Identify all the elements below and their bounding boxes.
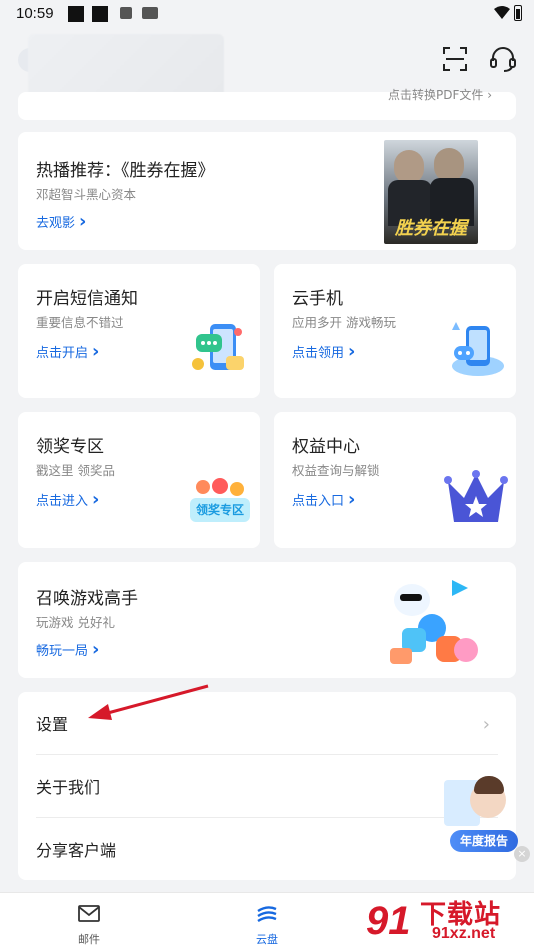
cloud-phone-title: 云手机 (292, 289, 343, 309)
watermark-logo: 91 (366, 899, 411, 943)
scan-icon[interactable] (440, 44, 470, 74)
prize-zone-illustration: 领奖专区 (190, 478, 250, 526)
report-character-hair (474, 776, 504, 794)
prize-zone-art-label: 领奖专区 (190, 498, 250, 522)
prize-zone-card[interactable]: 领奖专区 戳这里 领奖品 点击进入 领奖专区 (18, 412, 260, 548)
sms-notify-title: 开启短信通知 (36, 289, 138, 309)
battery-icon (514, 5, 522, 21)
sms-notify-card[interactable]: 开启短信通知 重要信息不错过 点击开启 (18, 264, 260, 398)
cloud-phone-link[interactable]: 点击领用 (292, 342, 355, 361)
tab-mail-label: 邮件 (78, 933, 100, 946)
notification-icon (68, 6, 84, 22)
annotation-arrow (88, 684, 209, 720)
close-icon[interactable]: × (514, 846, 530, 862)
games-link[interactable]: 畅玩一局 (36, 640, 99, 659)
mail-icon (78, 905, 100, 922)
app-notification-icon (142, 7, 158, 19)
sms-notify-link[interactable]: 点击开启 (36, 342, 99, 361)
promo-title: 热播推荐：《胜券在握》 (36, 161, 215, 181)
site-watermark: 91 下载站 91xz.net (362, 892, 534, 950)
sms-phone-icon (192, 324, 244, 370)
pdf-convert-hint[interactable]: 点击转换PDF文件 › (388, 86, 492, 103)
about-row[interactable]: 关于我们 (36, 755, 498, 817)
share-label: 分享客户端 (36, 841, 117, 860)
cloud-phone-icon (452, 322, 504, 376)
games-title: 召唤游戏高手 (36, 589, 138, 609)
cloud-phone-card[interactable]: 云手机 应用多开 游戏畅玩 点击领用 (274, 264, 516, 398)
benefits-subtitle: 权益查询与解锁 (292, 463, 380, 478)
app-notification-icon (120, 7, 132, 19)
cloud-drive-icon (257, 906, 277, 923)
benefits-card[interactable]: 权益中心 权益查询与解锁 点击入口 (274, 412, 516, 548)
headset-icon[interactable] (488, 44, 518, 74)
sms-notify-subtitle: 重要信息不错过 (36, 315, 124, 330)
about-label: 关于我们 (36, 778, 101, 797)
tab-mail[interactable]: 邮件 (44, 893, 134, 951)
tab-cloud-label: 云盘 (256, 933, 278, 946)
promo-card[interactable]: 热播推荐：《胜券在握》 邓超智斗黑心资本 去观影 胜券在握 (18, 132, 516, 250)
promo-poster-title: 胜券在握 (395, 218, 467, 239)
settings-label: 设置 (36, 715, 69, 734)
promo-link[interactable]: 去观影 (36, 212, 86, 231)
wifi-icon (494, 6, 510, 19)
prize-zone-link[interactable]: 点击进入 (36, 490, 99, 509)
game-characters-icon (390, 580, 478, 664)
status-time: 10:59 (16, 5, 54, 22)
pdf-convert-card[interactable]: 点击转换PDF文件 › (18, 88, 516, 120)
watermark-url: 91xz.net (432, 925, 496, 942)
status-bar: 10:59 (0, 0, 534, 28)
prize-zone-title: 领奖专区 (36, 437, 104, 457)
promo-subtitle: 邓超智斗黑心资本 (36, 187, 137, 202)
games-subtitle: 玩游戏 兑好礼 (36, 615, 115, 630)
annual-report-float[interactable]: 年度报告 (440, 776, 522, 856)
notification-icon (92, 6, 108, 22)
tab-cloud[interactable]: 云盘 (222, 893, 312, 951)
cloud-phone-subtitle: 应用多开 游戏畅玩 (292, 315, 396, 330)
promo-poster: 胜券在握 (384, 140, 478, 244)
games-card[interactable]: 召唤游戏高手 玩游戏 兑好礼 畅玩一局 (18, 562, 516, 678)
benefits-title: 权益中心 (292, 437, 360, 457)
share-row[interactable]: 分享客户端 (36, 818, 498, 880)
annual-report-label[interactable]: 年度报告 (450, 830, 518, 852)
prize-zone-subtitle: 戳这里 领奖品 (36, 463, 115, 478)
crown-icon (444, 470, 508, 522)
benefits-link[interactable]: 点击入口 (292, 490, 355, 509)
chevron-right-icon: › (482, 714, 490, 735)
